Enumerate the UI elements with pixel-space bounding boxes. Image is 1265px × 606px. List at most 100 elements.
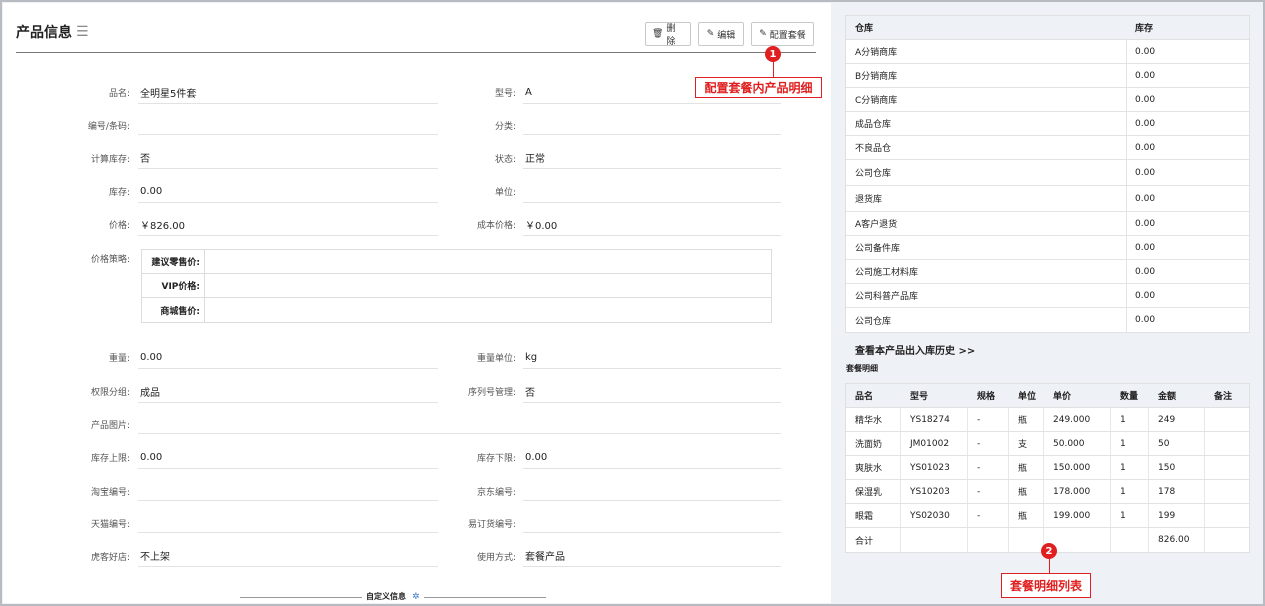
table-cell: 178 (1149, 480, 1205, 503)
table-cell (1205, 480, 1249, 503)
price-policy-key: 建议零售价: (142, 250, 205, 273)
column-header-warehouse: 仓库 (855, 24, 874, 34)
delete-button[interactable]: 🗑 删除 (645, 22, 691, 47)
table-row: 公司仓库 0.00 (846, 308, 1249, 332)
edit-button[interactable]: ✎ 编辑 (698, 22, 744, 46)
warehouse-stock: 0.00 (1135, 193, 1156, 204)
edit-button-label: 编辑 (717, 30, 736, 41)
field-value-weight-unit: kg (523, 347, 781, 369)
table-row: A客户退货 0.00 (846, 212, 1249, 236)
field-label-cost: 成本价格: (476, 221, 516, 231)
warehouse-stock: 0.00 (1135, 46, 1156, 57)
column-header: 单位 (1018, 392, 1037, 402)
field-label-perm-group: 权限分组: (90, 388, 130, 398)
table-cell (1205, 504, 1249, 527)
field-value-calc-stock: 否 (138, 147, 438, 169)
table-cell: 爽肤水 (846, 456, 901, 479)
table-cell: 支 (1009, 432, 1044, 455)
price-policy-row: 商城售价: (142, 298, 771, 322)
table-row: 洗面奶 JM01002- 支 50.000 1 50 (846, 432, 1249, 456)
field-value-image (138, 412, 781, 434)
field-label-category: 分类: (494, 122, 516, 132)
table-cell: 眼霜 (846, 504, 901, 527)
field-value-category (523, 113, 781, 135)
warehouse-name: A客户退货 (846, 212, 1127, 235)
warehouse-name: 不良品仓 (846, 136, 1127, 159)
config-bundle-button[interactable]: ✎ 配置套餐 (751, 22, 814, 46)
warehouse-table: 仓库 库存 A分销商库 0.00 B分销商库 0.00 C分销商库 0.00 成品仓库… (845, 15, 1250, 333)
warehouse-name: 成品仓库 (846, 112, 1127, 135)
warehouse-name: A分销商库 (846, 40, 1127, 63)
table-cell: - (968, 480, 1009, 503)
warehouse-name: 公司仓库 (846, 160, 1127, 185)
table-row: C分销商库 0.00 (846, 88, 1249, 112)
warehouse-stock: 0.00 (1135, 242, 1156, 253)
table-cell: 瓶 (1009, 504, 1044, 527)
gear-icon[interactable]: ✲ (412, 592, 420, 602)
field-value-perm-group: 成品 (138, 381, 438, 403)
column-header-stock: 库存 (1135, 24, 1154, 34)
field-value-status: 正常 (523, 147, 781, 169)
table-row: 退货库 0.00 (846, 186, 1249, 212)
custom-section-label: 自定义信息 (366, 592, 406, 601)
table-row: 公司科普产品库 0.00 (846, 284, 1249, 308)
callout-connector-1 (773, 62, 774, 77)
field-value-stock-min: 0.00 (523, 447, 781, 469)
field-value-usage: 套餐产品 (523, 545, 781, 567)
callout-badge-2: 2 (1041, 543, 1057, 559)
field-value-stock-max: 0.00 (138, 447, 438, 469)
warehouse-name: 公司施工材料库 (846, 260, 1127, 283)
field-value-jd (523, 479, 781, 501)
field-value-weight: 0.00 (138, 347, 438, 369)
warehouse-name: 公司备件库 (846, 236, 1127, 259)
warehouse-stock: 0.00 (1135, 315, 1156, 325)
menu-icon[interactable]: ☰ (76, 24, 89, 40)
field-label-stock-max: 库存上限: (90, 454, 130, 464)
table-cell (1205, 432, 1249, 455)
table-cell: 合计 (846, 528, 901, 552)
table-cell: 1 (1111, 432, 1149, 455)
delete-button-label: 删除 (666, 24, 676, 47)
warehouse-stock: 0.00 (1135, 70, 1156, 81)
table-cell: 150 (1149, 456, 1205, 479)
table-cell: YS10203 (901, 480, 968, 503)
warehouse-stock: 0.00 (1135, 218, 1156, 229)
field-label-jd: 京东编号: (476, 488, 516, 498)
table-row: B分销商库 0.00 (846, 64, 1249, 88)
field-label-image: 产品图片: (90, 421, 130, 431)
field-label-serial-mgmt: 序列号管理: (467, 388, 516, 398)
field-label-yidinghuo: 易订货编号: (467, 520, 516, 530)
warehouse-table-header: 仓库 库存 (846, 16, 1249, 40)
table-row: 保湿乳 YS10203- 瓶 178.000 1 178 (846, 480, 1249, 504)
field-label-stock: 库存: (108, 188, 130, 198)
field-value-tmall (138, 511, 438, 533)
table-cell: 50.000 (1044, 432, 1111, 455)
field-value-unit (523, 181, 781, 203)
table-cell: 826.00 (1149, 528, 1205, 552)
title-divider (16, 52, 816, 53)
table-cell: 瓶 (1009, 456, 1044, 479)
price-policy-value (205, 298, 771, 322)
field-label-taobao: 淘宝编号: (90, 488, 130, 498)
price-policy-key: VIP价格: (142, 274, 205, 297)
warehouse-name: 公司科普产品库 (846, 284, 1127, 307)
warehouse-stock: 0.00 (1135, 167, 1156, 178)
stock-history-link[interactable]: 查看本产品出入库历史 >> (855, 342, 975, 357)
config-bundle-button-label: 配置套餐 (769, 30, 806, 41)
table-cell: - (968, 432, 1009, 455)
table-row: 爽肤水 YS01023- 瓶 150.000 1 150 (846, 456, 1249, 480)
field-label-weight: 重量: (108, 354, 130, 364)
field-label-price: 价格: (108, 221, 130, 231)
table-cell: YS02030 (901, 504, 968, 527)
field-value-stock: 0.00 (138, 181, 438, 203)
table-cell: 1 (1111, 480, 1149, 503)
table-row: 成品仓库 0.00 (846, 112, 1249, 136)
column-header: 金额 (1158, 392, 1177, 402)
page-title: 产品信息 ☰ (16, 22, 89, 42)
field-label-weight-unit: 重量单位: (476, 354, 516, 364)
warehouse-stock: 0.00 (1135, 118, 1156, 129)
table-cell: 1 (1111, 456, 1149, 479)
table-row: 公司施工材料库 0.00 (846, 260, 1249, 284)
column-header: 单价 (1053, 392, 1072, 402)
table-cell: 1 (1111, 408, 1149, 431)
